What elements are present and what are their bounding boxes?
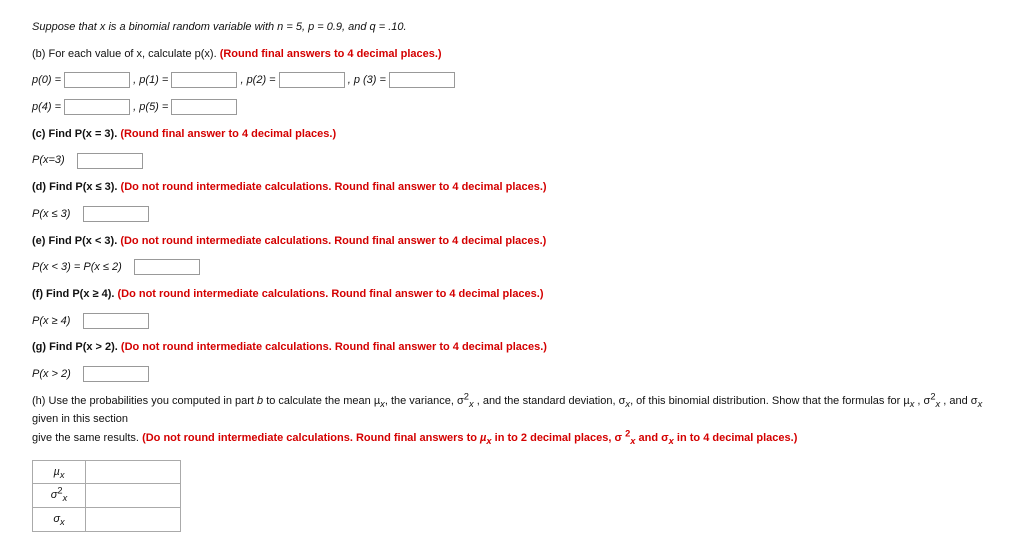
h-l1g: , and σ: [940, 395, 977, 407]
p1-input[interactable]: [171, 72, 237, 88]
part-f-answer: P(x ≥ 4): [32, 312, 992, 331]
part-d-input[interactable]: [83, 206, 149, 222]
part-d-label: P(x ≤ 3): [32, 208, 70, 220]
p0-label: p(0) =: [32, 74, 64, 86]
h-l1b: to calculate the mean µ: [263, 395, 380, 407]
h-l1f: , σ: [914, 395, 930, 407]
part-e-lead: (e) Find P(x < 3).: [32, 235, 120, 247]
table-row: σx: [33, 508, 181, 532]
part-c-lead: (c) Find P(x = 3).: [32, 128, 120, 140]
h-l2e: and σ: [635, 432, 668, 444]
part-d-prompt: (d) Find P(x ≤ 3). (Do not round interme…: [32, 178, 992, 197]
part-g-label: P(x > 2): [32, 368, 71, 380]
table-row: µx: [33, 460, 181, 484]
part-d-lead: (d) Find P(x ≤ 3).: [32, 181, 121, 193]
part-e-prompt: (e) Find P(x < 3). (Do not round interme…: [32, 232, 992, 251]
part-c-input[interactable]: [77, 153, 143, 169]
h-l1c: , the variance, σ: [385, 395, 464, 407]
mu-sub: x: [60, 470, 65, 480]
mu-input[interactable]: [94, 464, 176, 480]
part-h-prompt: (h) Use the probabilities you computed i…: [32, 392, 992, 448]
p3-label: , p (3) =: [348, 74, 389, 86]
var-label: σ2x: [33, 484, 86, 508]
h-l2a: give the same results.: [32, 432, 142, 444]
p2-input[interactable]: [279, 72, 345, 88]
h-sub4: x: [978, 399, 983, 409]
sd-sub: x: [60, 517, 65, 527]
h-l2b: (Do not round intermediate calculations.…: [142, 432, 480, 444]
part-f-hint: (Do not round intermediate calculations.…: [117, 288, 543, 300]
p3-input[interactable]: [389, 72, 455, 88]
part-d-hint: (Do not round intermediate calculations.…: [121, 181, 547, 193]
h-l2f: in to 4 decimal places.): [674, 432, 798, 444]
part-b-row2: p(4) = , p(5) =: [32, 98, 992, 117]
intro-text: Suppose that x is a binomial random vari…: [32, 21, 407, 33]
part-e-answer: P(x < 3) = P(x ≤ 2): [32, 258, 992, 277]
problem-intro: Suppose that x is a binomial random vari…: [32, 18, 992, 37]
h-l1e: , of this binomial distribution. Show th…: [630, 395, 910, 407]
part-f-input[interactable]: [83, 313, 149, 329]
part-b-prompt: (b) For each value of x, calculate p(x).…: [32, 45, 992, 64]
h-l1h: given in this section: [32, 413, 128, 425]
sd-sym: σ: [53, 513, 60, 525]
part-e-hint: (Do not round intermediate calculations.…: [120, 235, 546, 247]
part-g-answer: P(x > 2): [32, 365, 992, 384]
part-f-label: P(x ≥ 4): [32, 315, 70, 327]
part-c-answer: P(x=3): [32, 151, 992, 170]
h-l1d: , and the standard deviation, σ: [474, 395, 626, 407]
mu-label: µx: [33, 460, 86, 484]
p4-label: p(4) =: [32, 101, 64, 113]
part-c-label: P(x=3): [32, 154, 65, 166]
h-l2d: in to 2 decimal places, σ: [492, 432, 625, 444]
part-b-hint: (Round final answers to 4 decimal places…: [220, 48, 442, 60]
part-e-input[interactable]: [134, 259, 200, 275]
part-d-answer: P(x ≤ 3): [32, 205, 992, 224]
part-c-prompt: (c) Find P(x = 3). (Round final answer t…: [32, 125, 992, 144]
p1-label: , p(1) =: [133, 74, 171, 86]
sd-input[interactable]: [94, 511, 176, 527]
var-input[interactable]: [94, 487, 176, 503]
part-e-label: P(x < 3) = P(x ≤ 2): [32, 261, 122, 273]
part-c-hint: (Round final answer to 4 decimal places.…: [120, 128, 336, 140]
p5-input[interactable]: [171, 99, 237, 115]
part-g-lead: (g) Find P(x > 2).: [32, 341, 121, 353]
p4-input[interactable]: [64, 99, 130, 115]
part-b-row1: p(0) = , p(1) = , p(2) = , p (3) =: [32, 71, 992, 90]
part-f-lead: (f) Find P(x ≥ 4).: [32, 288, 117, 300]
part-f-prompt: (f) Find P(x ≥ 4). (Do not round interme…: [32, 285, 992, 304]
part-g-prompt: (g) Find P(x > 2). (Do not round interme…: [32, 338, 992, 357]
p2-label: , p(2) =: [240, 74, 278, 86]
h-l1a: (h) Use the probabilities you computed i…: [32, 395, 257, 407]
sd-label: σx: [33, 508, 86, 532]
p5-label: , p(5) =: [133, 101, 171, 113]
table-row: σ2x: [33, 484, 181, 508]
var-sub: x: [63, 494, 68, 504]
p0-input[interactable]: [64, 72, 130, 88]
part-g-input[interactable]: [83, 366, 149, 382]
part-g-hint: (Do not round intermediate calculations.…: [121, 341, 547, 353]
stats-table: µx σ2x σx: [32, 460, 181, 532]
part-b-lead: (b) For each value of x, calculate p(x).: [32, 48, 220, 60]
